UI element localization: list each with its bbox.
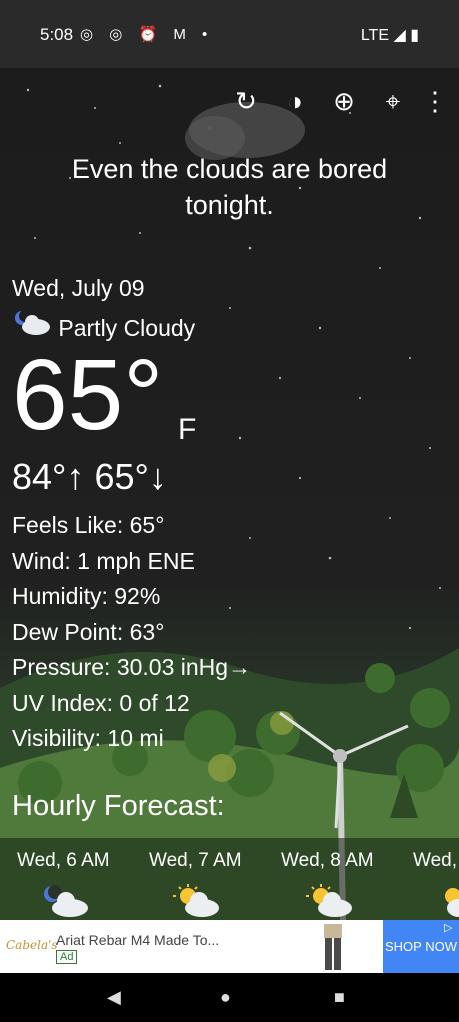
weather-tagline: Even the clouds are bored tonight. bbox=[0, 151, 459, 223]
night-partly-cloudy-icon bbox=[15, 310, 50, 335]
add-location-icon[interactable]: ⊕ bbox=[329, 86, 359, 116]
hourly-item-time[interactable]: Wed, 8 AM bbox=[281, 850, 374, 872]
notification-icons: ◎ ◎ ⏰ M • bbox=[80, 26, 214, 43]
hourly-item-time[interactable]: Wed, 6 AM bbox=[17, 850, 110, 872]
pressure: Pressure: 30.03 inHg→ bbox=[12, 654, 252, 680]
sun-cloud-icon bbox=[445, 888, 459, 917]
recents-icon[interactable]: ■ bbox=[334, 987, 345, 1008]
status-bar: 5:08 ◎ ◎ ⏰ M • LTE ◢ ▮ bbox=[0, 0, 459, 68]
weather-scene: ↻ ◑ ⊕ ⌖ ⋮ Even the clouds are bored toni… bbox=[0, 68, 459, 920]
ad-banner[interactable]: Cabela's Ariat Rebar M4 Made To... Ad SH… bbox=[0, 920, 459, 973]
hourly-forecast-title: Hourly Forecast: bbox=[12, 790, 225, 822]
night-partly-cloudy-icon bbox=[44, 885, 88, 917]
feels-like: Feels Like: 65° bbox=[12, 512, 165, 538]
ad-badge: Ad bbox=[56, 950, 78, 964]
status-time: 5:08 bbox=[40, 25, 74, 44]
location-pin-icon[interactable]: ⌖ bbox=[378, 86, 408, 116]
visibility: Visibility: 10 mi bbox=[12, 725, 164, 751]
more-options-icon[interactable]: ⋮ bbox=[422, 86, 448, 116]
tagline-line-1: Even the clouds are bored bbox=[71, 154, 388, 184]
ad-title[interactable]: Ariat Rebar M4 Made To... bbox=[56, 932, 219, 948]
theme-icon[interactable]: ◑ bbox=[280, 86, 310, 116]
uv-index: UV Index: 0 of 12 bbox=[12, 689, 190, 716]
current-date: Wed, July 09 bbox=[12, 275, 145, 301]
high-low-temperature: 84°↑ 65°↓ bbox=[12, 456, 167, 497]
hourly-item-time[interactable]: Wed, bbox=[413, 850, 457, 872]
back-icon[interactable]: ◀ bbox=[107, 987, 121, 1008]
humidity: Humidity: 92% bbox=[12, 583, 161, 609]
current-temperature: 65° bbox=[12, 339, 164, 451]
navigation-bar: ◀ ● ■ bbox=[0, 973, 459, 1022]
refresh-icon[interactable]: ↻ bbox=[231, 86, 261, 116]
sun-cloud-icon bbox=[173, 884, 219, 917]
ad-product-image[interactable] bbox=[318, 922, 348, 972]
home-icon[interactable]: ● bbox=[220, 987, 231, 1008]
tagline-line-2: tonight. bbox=[185, 190, 274, 220]
ad-info-icon[interactable]: ▷ bbox=[444, 921, 452, 934]
wind: Wind: 1 mph ENE bbox=[12, 547, 195, 574]
hourly-item-time[interactable]: Wed, 7 AM bbox=[149, 850, 242, 872]
weather-details: Feels Like: 65° Wind: 1 mph ENE Humidity… bbox=[12, 508, 251, 757]
current-condition: Partly Cloudy bbox=[12, 310, 195, 342]
dew-point: Dew Point: 63° bbox=[12, 618, 165, 645]
sun-cloud-icon bbox=[306, 884, 352, 917]
ad-logo[interactable]: Cabela's bbox=[6, 938, 58, 952]
condition-label: Partly Cloudy bbox=[58, 315, 196, 341]
temperature-unit: F bbox=[178, 413, 197, 446]
network-battery-icons: LTE ◢ ▮ bbox=[360, 27, 419, 44]
